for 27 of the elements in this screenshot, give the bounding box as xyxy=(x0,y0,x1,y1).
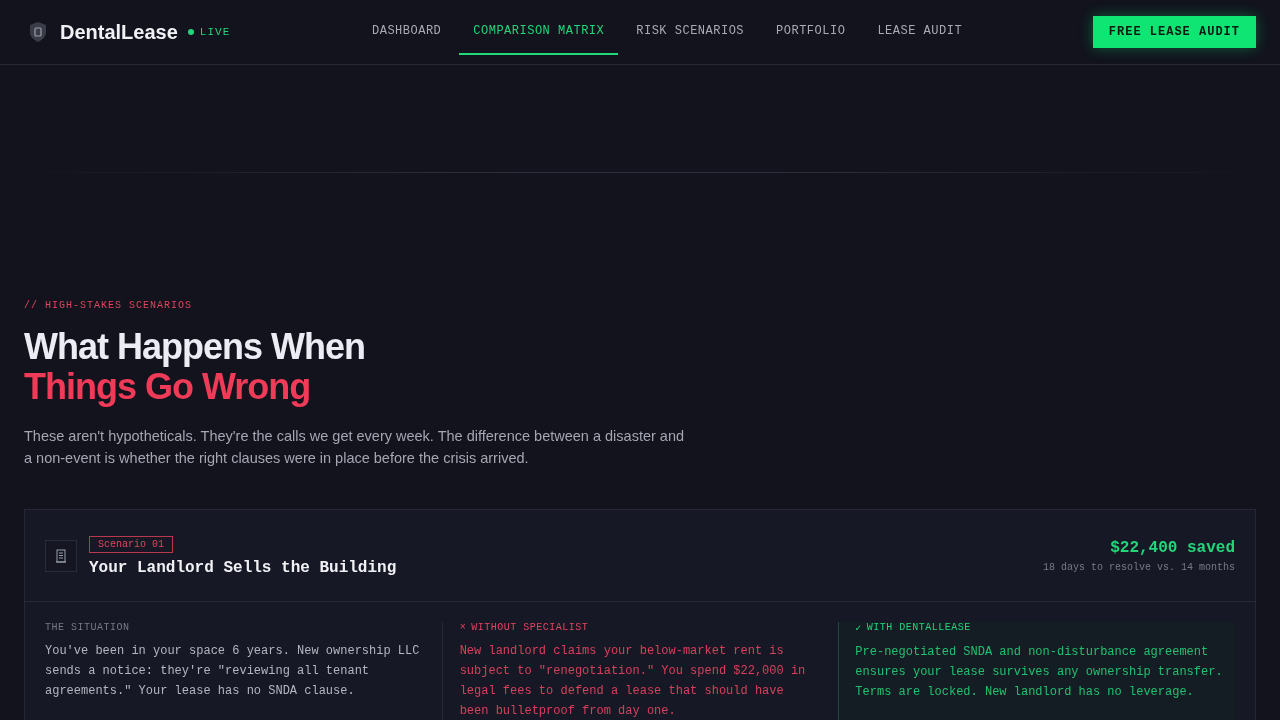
free-audit-button[interactable]: FREE LEASE AUDIT xyxy=(1092,16,1256,48)
cross-icon: × xyxy=(459,622,467,633)
section-intro: These aren't hypotheticals. They're the calls we get every week. The difference between a disaster and a non-event is whether the right clauses were in place before the crisis arrived. xyxy=(24,427,686,468)
column-heading: WITH DENTALLEASE xyxy=(866,622,971,634)
nav-tab[interactable]: COMPARISON MATRIX xyxy=(459,9,619,55)
section-eyebrow: // HIGH-STAKES SCENARIOS xyxy=(24,300,194,311)
scenario-tag: Scenario 01 xyxy=(89,536,173,553)
savings-amount: $22,400 saved xyxy=(1109,538,1235,557)
resolution-time: 18 days to resolve vs. 14 months xyxy=(1042,561,1235,573)
check-icon: ✓ xyxy=(855,622,862,634)
live-status: LIVE xyxy=(199,26,231,38)
column-heading: WITHOUT SPECIALIST xyxy=(471,622,589,633)
section-title: What Happens When xyxy=(24,327,365,367)
building-icon xyxy=(45,539,77,572)
nav-tab[interactable]: PORTFOLIO xyxy=(762,9,860,55)
shield-icon xyxy=(28,21,48,43)
nav-tab[interactable]: LEASE AUDIT xyxy=(863,9,977,55)
column-heading: THE SITUATION xyxy=(45,622,130,633)
scenario-title: Your Landlord Sells the Building xyxy=(89,559,398,577)
column-text: You've been in your space 6 years. New ownership LLC sends a notice: they're "reviewing all tenant agreements." Your lease has no SNDA clause. xyxy=(45,643,421,700)
nav-tab[interactable]: DASHBOARD xyxy=(358,9,456,55)
section-title-accent: Things Go Wrong xyxy=(24,367,311,407)
nav-tab[interactable]: RISK SCENARIOS xyxy=(622,9,759,55)
column-text: New landlord claims your below-market rent is subject to "renegotiation." You spend $22,000 in legal fees to defend a lease that should have been bulletproof from day one. xyxy=(459,643,807,720)
live-dot xyxy=(187,29,194,35)
column-text: Pre-negotiated SNDA and non-disturbance agreement ensures your lease survives any ownership transfer. Terms are locked. New landlord has no leverage. xyxy=(855,644,1224,701)
brand-name[interactable]: DentalLease xyxy=(60,20,178,44)
